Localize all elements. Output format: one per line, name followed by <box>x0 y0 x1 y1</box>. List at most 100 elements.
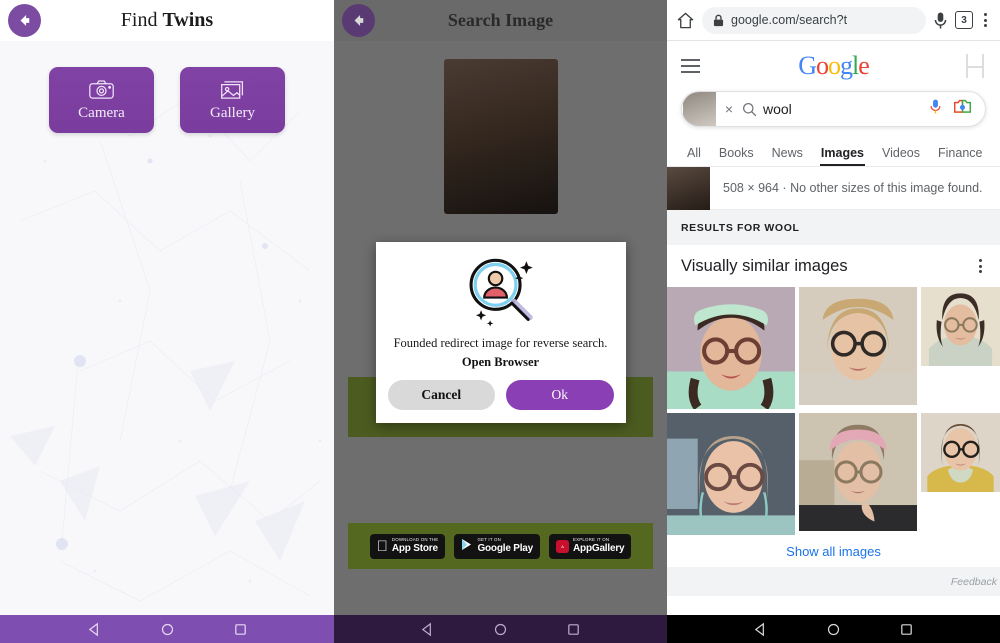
lock-icon <box>713 14 724 26</box>
tab-videos[interactable]: Videos <box>873 146 929 166</box>
camera-icon <box>88 79 115 101</box>
list-item[interactable] <box>667 413 795 535</box>
circle-home-icon[interactable] <box>160 622 175 637</box>
twins-body: Camera Gallery <box>0 41 334 615</box>
page-title-bold: Twins <box>162 9 214 31</box>
google-logo: Google <box>667 51 1000 81</box>
action-buttons-row: Camera Gallery <box>0 67 334 133</box>
source-image-thumbnail[interactable] <box>667 166 710 210</box>
list-item[interactable] <box>667 287 795 409</box>
app-store-badge-big: App Store <box>386 542 438 554</box>
logo-letter: G <box>798 51 817 80</box>
search-image-header: Search Image <box>334 0 667 41</box>
kebab-menu-icon[interactable] <box>975 257 986 274</box>
triangle-back-icon[interactable] <box>420 622 435 637</box>
app-store-badges:  Download on the App Store GET IT ON Go… <box>348 523 653 569</box>
search-icon <box>743 102 757 116</box>
image-size-row: 508 × 964 · No other sizes of this image… <box>667 166 1000 210</box>
address-bar[interactable]: google.com/search?t <box>702 6 926 34</box>
cancel-button[interactable]: Cancel <box>387 379 495 410</box>
image-size-text: 508 × 964 · No other sizes of this image… <box>723 181 983 195</box>
android-navbar <box>0 615 334 643</box>
search-image-body:  Download on the App Store GET IT ON Go… <box>334 41 667 615</box>
ok-button[interactable]: Ok <box>506 379 614 410</box>
home-icon[interactable] <box>676 11 695 30</box>
gallery-icon <box>219 79 246 101</box>
appgallery-badge[interactable]: A EXPLORE IT ON AppGallery <box>549 533 632 559</box>
microphone-icon[interactable] <box>933 11 948 30</box>
android-navbar <box>334 615 667 643</box>
dialog-message: Founded redirect image for reverse searc… <box>393 336 608 350</box>
google-play-badge-small: GET IT ON <box>471 537 500 543</box>
magnifier-person-icon <box>388 254 614 332</box>
appgallery-badge-big: AppGallery <box>567 542 625 554</box>
app-store-badge-small: Download on the <box>386 537 438 543</box>
tab-count-button[interactable]: 3 <box>955 11 973 29</box>
panel-find-twins: Find Twins Camera Gallery <box>0 0 334 643</box>
visually-similar-header: Visually similar images <box>667 245 1000 287</box>
search-bar[interactable]: × wool <box>681 91 986 127</box>
gallery-button[interactable]: Gallery <box>180 67 285 133</box>
microphone-icon[interactable] <box>929 98 942 120</box>
triangle-back-icon[interactable] <box>87 622 102 637</box>
twins-header: Find Twins <box>0 0 334 41</box>
google-play-badge[interactable]: GET IT ON Google Play <box>454 533 541 559</box>
kebab-menu-icon[interactable] <box>980 11 991 28</box>
circle-home-icon[interactable] <box>826 622 841 637</box>
show-all-images-link[interactable]: Show all images <box>667 535 1000 567</box>
list-item[interactable] <box>921 287 1000 409</box>
square-recents-icon[interactable] <box>233 622 248 637</box>
selected-image-preview <box>443 59 558 214</box>
tab-news[interactable]: News <box>763 146 812 166</box>
camera-button-label: Camera <box>78 104 125 121</box>
logo-letter: g <box>840 51 853 80</box>
redirect-dialog: Founded redirect image for reverse searc… <box>375 242 626 423</box>
search-tabs: All Books News Images Videos Finance <box>667 135 1000 167</box>
panel-browser: google.com/search?t 3 Google × wool All … <box>667 0 1000 643</box>
triangle-back-icon[interactable] <box>753 622 768 637</box>
address-bar-url: google.com/search?t <box>731 13 848 27</box>
google-lens-camera-icon[interactable] <box>953 98 972 120</box>
search-bar-wrapper: × wool <box>667 91 1000 135</box>
screenshot-root: Find Twins Camera Gallery Search Image D… <box>0 0 1000 643</box>
page-title-light: Find <box>120 9 163 31</box>
camera-button[interactable]: Camera <box>49 67 154 133</box>
search-query-text[interactable]: wool <box>757 101 929 117</box>
gallery-button-label: Gallery <box>210 104 255 121</box>
dialog-buttons: Cancel Ok <box>387 379 614 410</box>
square-recents-icon[interactable] <box>899 622 914 637</box>
panel-search-image: Search Image  Download on the App Store <box>334 0 667 643</box>
circle-home-icon[interactable] <box>493 622 508 637</box>
google-play-badge-big: Google Play <box>471 542 533 554</box>
section-title: Visually similar images <box>681 256 848 275</box>
square-recents-icon[interactable] <box>566 622 581 637</box>
account-placeholder-icon[interactable] <box>964 54 986 78</box>
list-item[interactable] <box>799 413 917 535</box>
appgallery-icon: A <box>556 539 570 553</box>
logo-letter: e <box>858 51 870 80</box>
app-store-badge[interactable]:  Download on the App Store <box>369 533 446 559</box>
page-title: Find Twins <box>0 9 334 32</box>
hamburger-menu-icon[interactable] <box>681 59 700 73</box>
tab-finance[interactable]: Finance <box>929 146 991 166</box>
clear-image-button[interactable]: × <box>716 101 742 117</box>
appgallery-badge-small: EXPLORE IT ON <box>567 537 609 543</box>
feedback-label[interactable]: Feedback <box>667 567 1000 596</box>
apple-icon:  <box>377 539 388 554</box>
tab-images[interactable]: Images <box>812 146 873 167</box>
image-thumbnail <box>683 92 716 126</box>
dialog-emphasis: Open Browser <box>461 354 540 369</box>
list-item[interactable] <box>799 287 917 409</box>
android-navbar <box>667 615 1000 643</box>
results-for-label: RESULTS FOR WOOL <box>667 210 1000 245</box>
tab-books[interactable]: Books <box>710 146 763 166</box>
back-arrow-icon[interactable] <box>8 4 41 37</box>
list-item[interactable] <box>921 413 1000 535</box>
play-icon <box>461 538 473 554</box>
google-header: Google <box>667 41 1000 91</box>
logo-letter: o <box>828 51 841 80</box>
image-results-grid <box>667 287 1000 535</box>
logo-letter: o <box>816 51 829 80</box>
page-title: Search Image <box>447 10 554 30</box>
tab-all[interactable]: All <box>678 146 710 166</box>
